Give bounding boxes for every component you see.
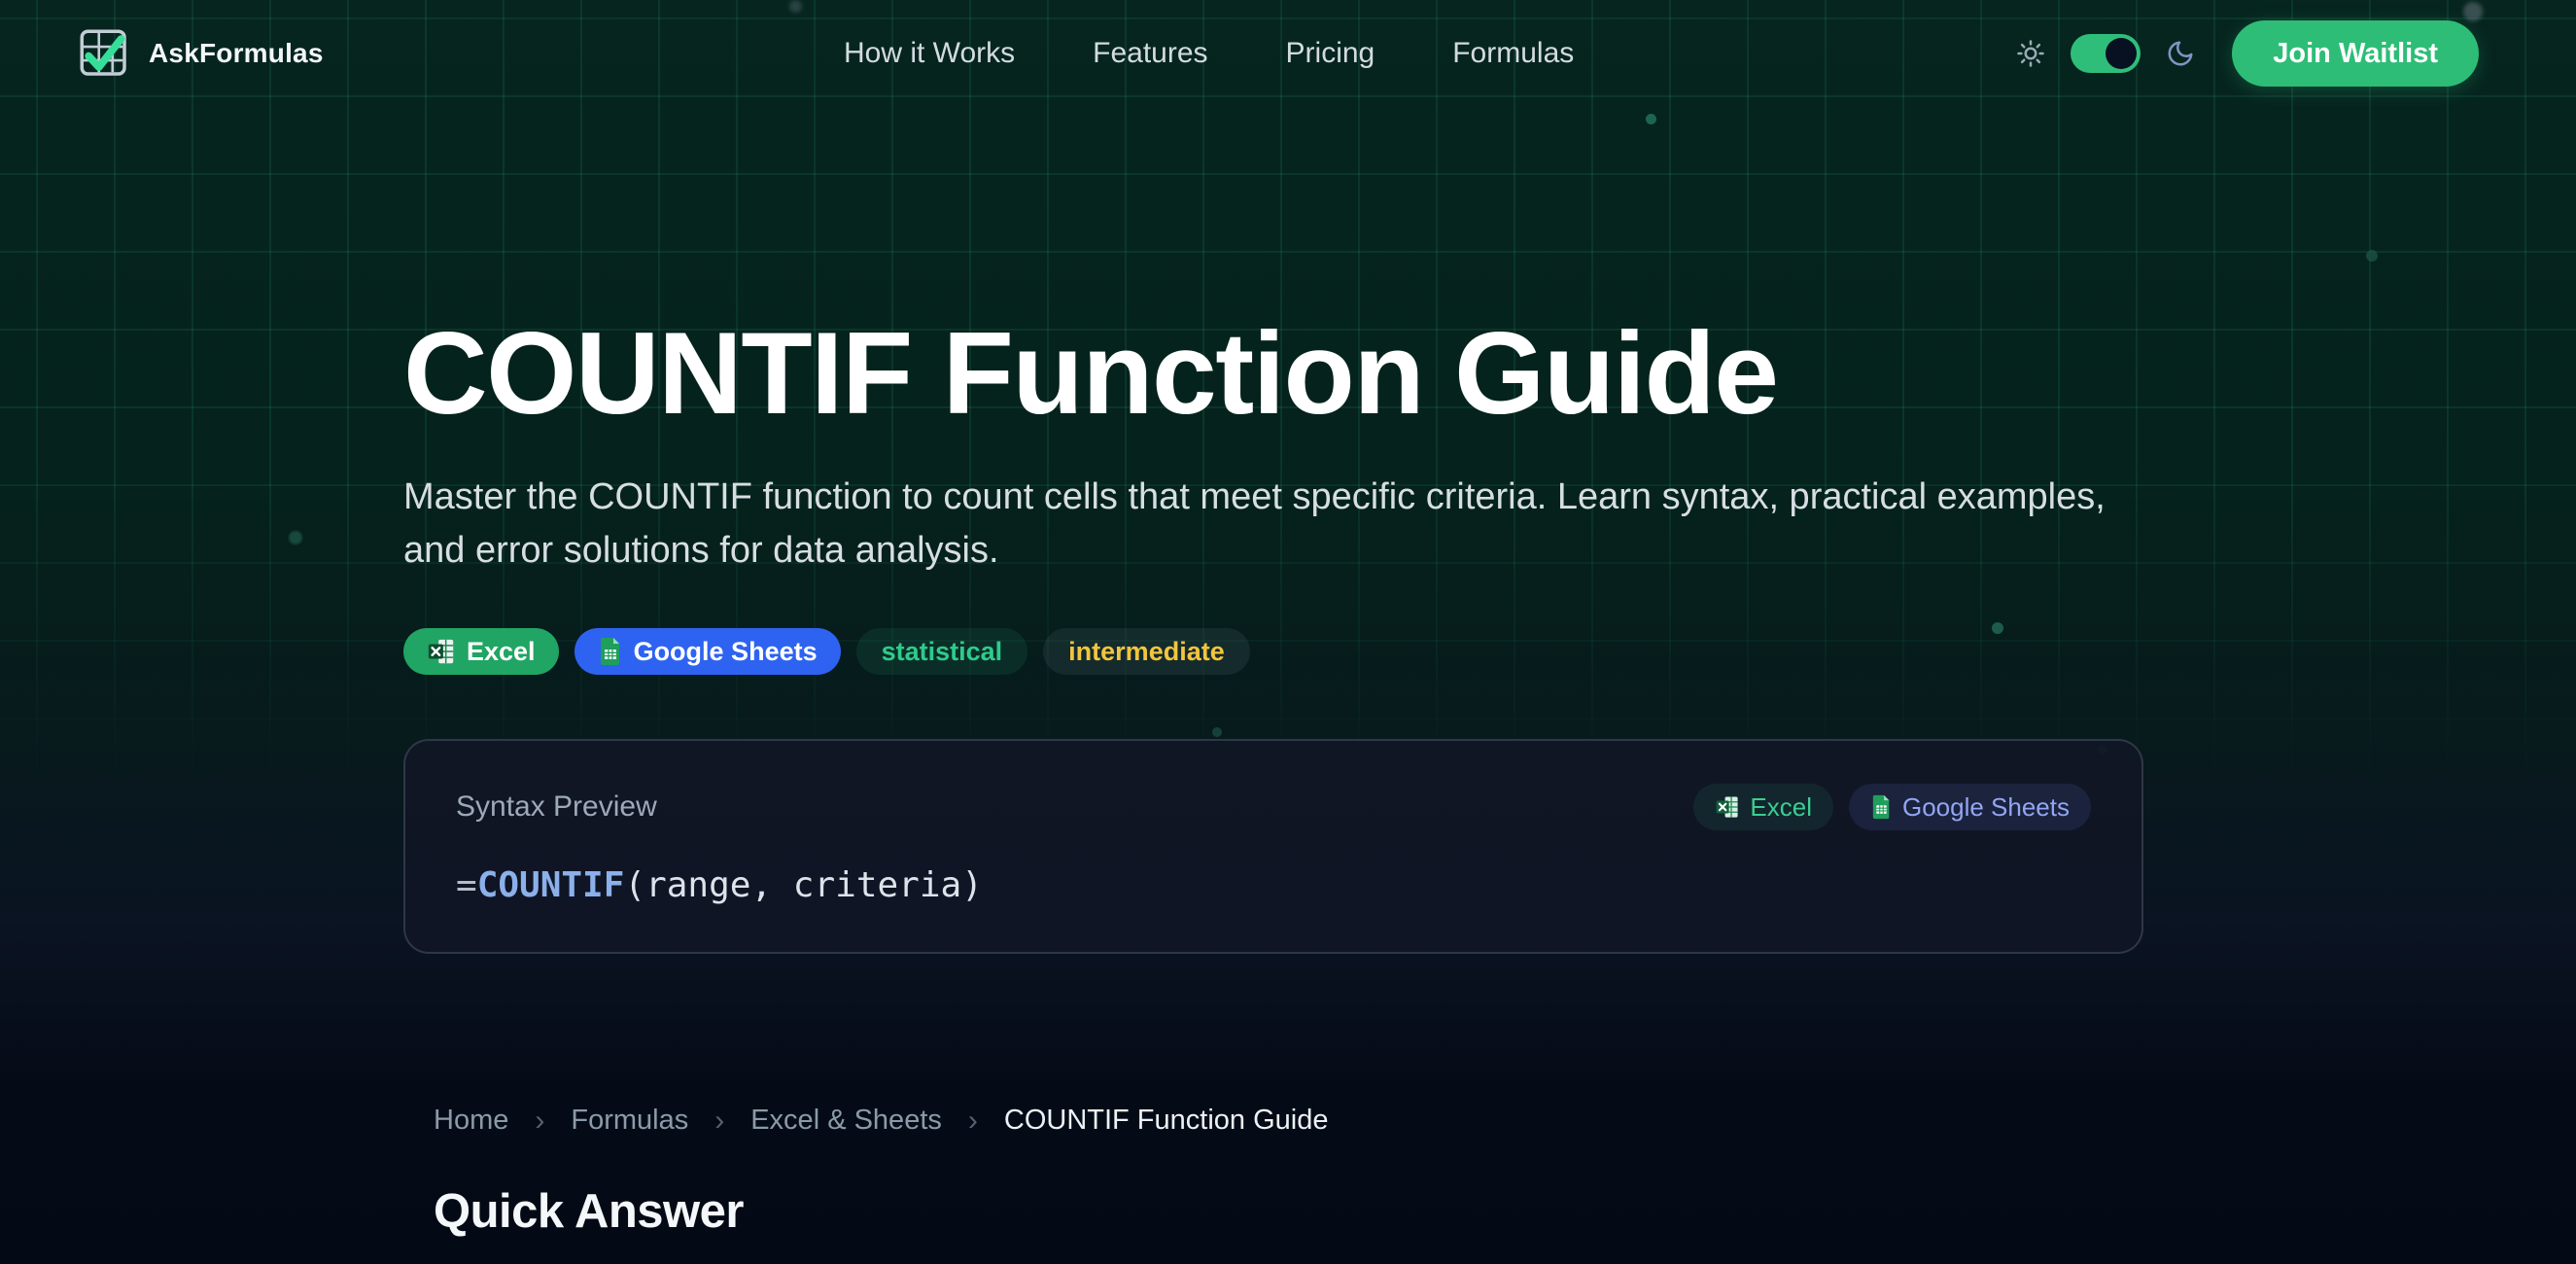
badge-label: Excel [467, 637, 536, 667]
chevron-right-icon: › [968, 1106, 978, 1136]
theme-toggle-knob [2106, 38, 2137, 69]
breadcrumb: Home › Formulas › Excel & Sheets › COUNT… [434, 1105, 1328, 1137]
brand-name: AskFormulas [149, 38, 324, 69]
chevron-right-icon: › [535, 1106, 544, 1136]
code-arguments: (range, criteria) [624, 865, 982, 905]
nav-links: How it Works Features Pricing Formulas [844, 0, 1574, 107]
sheets-icon [1870, 794, 1893, 820]
page-title: COUNTIF Function Guide [403, 309, 2163, 438]
syntax-card-header: Syntax Preview Excel [456, 784, 2091, 830]
platform-pills: Excel Google Sheets [1693, 784, 2091, 830]
navbar: AskFormulas How it Works Features Pricin… [0, 0, 2576, 107]
theme-toggle-switch[interactable] [2071, 34, 2141, 73]
badge-intermediate: intermediate [1043, 628, 1250, 675]
moon-icon [2166, 39, 2195, 68]
hero-section: COUNTIF Function Guide Master the COUNTI… [403, 309, 2163, 954]
excel-icon [427, 637, 456, 666]
sun-icon [2016, 39, 2045, 68]
particle-dot [1646, 114, 1656, 124]
syntax-preview-label: Syntax Preview [456, 790, 657, 824]
page-subtitle: Master the COUNTIF function to count cel… [403, 471, 2163, 578]
platform-pill-excel: Excel [1693, 784, 1833, 830]
badge-label: statistical [882, 637, 1003, 667]
chevron-right-icon: › [714, 1106, 724, 1136]
sheets-icon [598, 637, 623, 666]
badge-label: intermediate [1068, 637, 1225, 667]
breadcrumb-formulas[interactable]: Formulas [571, 1105, 688, 1137]
breadcrumb-current-page: COUNTIF Function Guide [1004, 1105, 1329, 1137]
breadcrumb-excel-sheets[interactable]: Excel & Sheets [750, 1105, 942, 1137]
brand-logo-link[interactable]: AskFormulas [76, 26, 324, 81]
code-equals: = [456, 865, 477, 905]
quick-answer-heading: Quick Answer [434, 1184, 744, 1239]
join-waitlist-button[interactable]: Join Waitlist [2232, 20, 2479, 87]
badge-google-sheets: Google Sheets [574, 628, 841, 675]
platform-pill-label: Google Sheets [1902, 792, 2070, 823]
spreadsheet-check-logo-icon [76, 26, 132, 81]
badge-row: Excel Google Sheets statistical intermed… [403, 628, 2163, 675]
particle-dot [289, 531, 302, 544]
badge-statistical: statistical [856, 628, 1028, 675]
particle-dot [2366, 250, 2378, 262]
badge-label: Google Sheets [634, 637, 818, 667]
code-function-name: COUNTIF [477, 865, 625, 905]
nav-link-formulas[interactable]: Formulas [1452, 37, 1574, 70]
excel-icon [1715, 794, 1740, 820]
nav-link-how-it-works[interactable]: How it Works [844, 37, 1015, 70]
syntax-code: =COUNTIF(range, criteria) [456, 865, 2091, 905]
nav-link-pricing[interactable]: Pricing [1286, 37, 1375, 70]
syntax-preview-card: Syntax Preview Excel [403, 739, 2143, 954]
platform-pill-label: Excel [1750, 792, 1812, 823]
breadcrumb-home[interactable]: Home [434, 1105, 508, 1137]
platform-pill-google-sheets: Google Sheets [1849, 784, 2091, 830]
nav-link-features[interactable]: Features [1093, 37, 1207, 70]
theme-and-cta-controls: Join Waitlist [2016, 20, 2479, 87]
badge-excel: Excel [403, 628, 559, 675]
